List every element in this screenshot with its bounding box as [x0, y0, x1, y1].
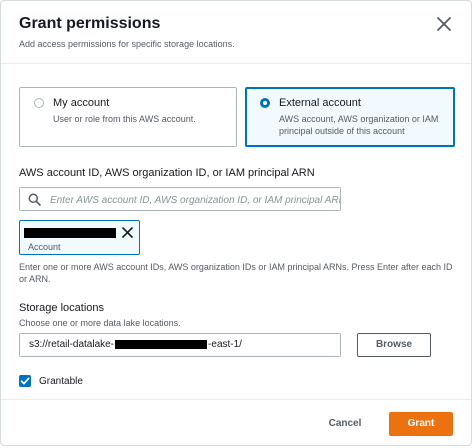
my-account-label: My account — [53, 97, 110, 109]
grantable-label: Grantable — [39, 376, 83, 387]
my-account-tile[interactable]: My account User or role from this AWS ac… — [19, 87, 237, 147]
storage-location-input[interactable]: s3://retail-datalake- -east-1/ — [19, 333, 341, 357]
principal-search-input[interactable] — [48, 191, 342, 209]
principal-field-label: AWS account ID, AWS organization ID, or … — [19, 167, 315, 179]
storage-locations-description: Choose one or more data lake locations. — [19, 318, 181, 328]
my-account-description: User or role from this AWS account. — [53, 114, 196, 124]
dialog-title: Grant permissions — [19, 15, 161, 32]
search-icon — [28, 193, 41, 206]
cancel-button[interactable]: Cancel — [317, 413, 373, 435]
close-icon[interactable] — [121, 226, 134, 239]
external-account-label: External account — [279, 97, 361, 109]
grant-permissions-dialog: Grant permissions Add access permissions… — [0, 0, 472, 446]
check-icon — [20, 377, 30, 385]
principal-help-text: Enter one or more AWS account IDs, AWS o… — [19, 262, 453, 284]
token-label: Account — [28, 242, 61, 252]
dialog-footer: Cancel Grant — [1, 399, 471, 445]
dialog-header: Grant permissions Add access permissions… — [1, 1, 471, 64]
redacted-account-id — [24, 228, 116, 238]
grantable-checkbox[interactable] — [19, 375, 31, 387]
storage-path-prefix: s3://retail-datalake- — [29, 339, 115, 350]
external-account-tile[interactable]: External account AWS account, AWS organi… — [245, 87, 455, 147]
close-icon[interactable] — [435, 15, 453, 33]
my-account-radio[interactable] — [34, 98, 44, 108]
dialog-subtitle: Add access permissions for specific stor… — [19, 39, 235, 49]
grant-button[interactable]: Grant — [389, 412, 453, 436]
storage-locations-label: Storage locations — [19, 302, 104, 314]
account-token: Account — [19, 220, 140, 255]
external-account-description: AWS account, AWS organization or IAM pri… — [279, 114, 439, 136]
redacted-path-segment — [115, 339, 208, 349]
storage-path-suffix: -east-1/ — [208, 339, 242, 350]
external-account-radio[interactable] — [260, 98, 270, 108]
browse-button[interactable]: Browse — [357, 333, 431, 357]
principal-search-box[interactable] — [19, 187, 342, 211]
storage-path: s3://retail-datalake- -east-1/ — [29, 339, 242, 350]
